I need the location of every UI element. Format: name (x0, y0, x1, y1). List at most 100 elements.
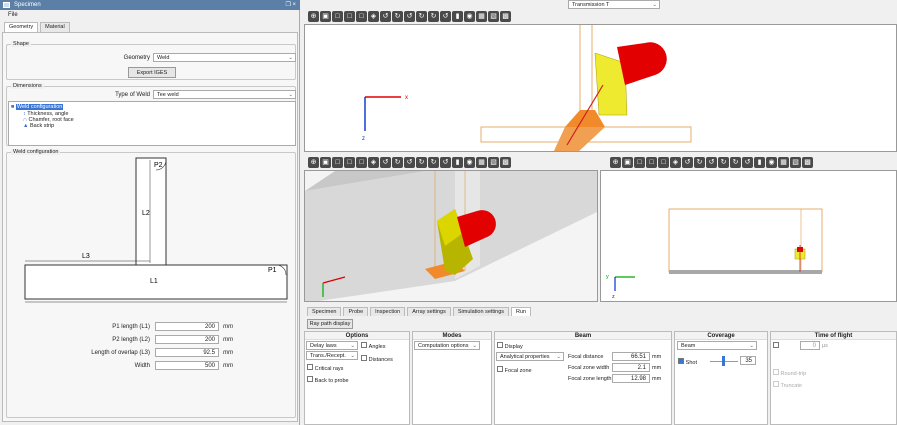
layout-icon[interactable]: ▦ (778, 157, 789, 168)
tof-input[interactable]: 0 (800, 341, 820, 350)
rotate-ccw-icon[interactable]: ↺ (440, 157, 451, 168)
checkbox-box[interactable] (361, 355, 367, 361)
coverage-mode-select[interactable]: Beam ⌄ (677, 341, 757, 350)
rotate-right-icon[interactable]: ↻ (694, 157, 705, 168)
tab-inspection[interactable]: Inspection (370, 307, 406, 316)
display-icon[interactable]: ▧ (488, 11, 499, 22)
rotate-down-icon[interactable]: ↻ (416, 157, 427, 168)
rotate-up-icon[interactable]: ↺ (706, 157, 717, 168)
checkbox-box[interactable] (773, 342, 779, 348)
ray-path-display-button[interactable]: Ray path display (307, 319, 353, 329)
window-controls[interactable]: ❐ × (285, 0, 296, 10)
tab-probe[interactable]: Probe (343, 307, 369, 316)
zoom-icon[interactable]: ▣ (320, 11, 331, 22)
critical-rays-checkbox[interactable]: Critical rays (307, 364, 343, 372)
view-iso-icon[interactable]: ◈ (670, 157, 681, 168)
fit-view-icon[interactable]: ⊕ (308, 157, 319, 168)
viewport-iso[interactable] (304, 170, 598, 302)
viewport-front[interactable]: x z (304, 24, 897, 152)
analytical-properties-select[interactable]: Analytical properties ⌄ (496, 352, 564, 361)
overlap-length-input[interactable]: 92.5 (155, 348, 219, 357)
view-side-icon[interactable]: □ (356, 11, 367, 22)
menu-file[interactable]: File (8, 12, 18, 18)
view-top-icon[interactable]: □ (646, 157, 657, 168)
fit-view-icon[interactable]: ⊕ (308, 11, 319, 22)
checkbox-box[interactable] (307, 364, 313, 370)
rotate-cw-icon[interactable]: ↻ (730, 157, 741, 168)
display-icon[interactable]: ▧ (488, 157, 499, 168)
back-to-probe-checkbox[interactable]: Back to probe (307, 376, 349, 384)
view-side-icon[interactable]: □ (658, 157, 669, 168)
view-top-icon[interactable]: □ (344, 157, 355, 168)
checkbox-box[interactable] (307, 376, 313, 382)
tab-specimen[interactable]: Specimen (307, 307, 342, 316)
checkbox-box[interactable] (497, 342, 503, 348)
rotate-cw-icon[interactable]: ↻ (428, 11, 439, 22)
checkbox-box[interactable] (678, 358, 684, 364)
p1-length-input[interactable]: 200 (155, 322, 219, 331)
round-trip-checkbox[interactable]: Round-trip (773, 369, 806, 377)
rotate-up-icon[interactable]: ↺ (404, 157, 415, 168)
grid-icon[interactable]: ▩ (500, 11, 511, 22)
rotate-right-icon[interactable]: ↻ (392, 157, 403, 168)
rotate-left-icon[interactable]: ↺ (380, 157, 391, 168)
focal-zone-checkbox[interactable]: Focal zone (497, 366, 532, 374)
checkbox-box[interactable] (773, 381, 779, 387)
tab-simulation-settings[interactable]: Simulation settings (452, 307, 510, 316)
grid-icon[interactable]: ▩ (802, 157, 813, 168)
display-checkbox[interactable]: Display (497, 342, 523, 350)
shot-checkbox[interactable]: Shot (678, 358, 697, 366)
p2-length-input[interactable]: 200 (155, 335, 219, 344)
tree-item-back-strip[interactable]: ▲ Back strip (23, 123, 54, 129)
view-front-icon[interactable]: □ (332, 157, 343, 168)
truncate-checkbox[interactable]: Truncate (773, 381, 802, 389)
weld-type-select[interactable]: Tee weld ⌄ (153, 90, 296, 99)
tab-geometry[interactable]: Geometry (4, 22, 39, 32)
export-iges-button[interactable]: Export IGES (128, 67, 176, 78)
checkbox-box[interactable] (773, 369, 779, 375)
camera-icon[interactable]: ◉ (766, 157, 777, 168)
section-icon[interactable]: ▮ (754, 157, 765, 168)
transmission-select[interactable]: Transmission T ⌄ (568, 0, 660, 9)
zoom-icon[interactable]: ▣ (320, 157, 331, 168)
rotate-ccw-icon[interactable]: ↺ (440, 11, 451, 22)
computation-options-select[interactable]: Computation options ⌄ (414, 341, 480, 350)
view-side-icon[interactable]: □ (356, 157, 367, 168)
viewport-side[interactable]: y z (600, 170, 897, 302)
view-front-icon[interactable]: □ (332, 11, 343, 22)
layout-icon[interactable]: ▦ (476, 157, 487, 168)
view-iso-icon[interactable]: ◈ (368, 11, 379, 22)
grid-icon[interactable]: ▩ (500, 157, 511, 168)
distances-checkbox[interactable]: Distances (361, 355, 393, 363)
tof-checkbox[interactable] (773, 342, 779, 350)
rotate-down-icon[interactable]: ↻ (416, 11, 427, 22)
rotate-left-icon[interactable]: ↺ (380, 11, 391, 22)
tab-material[interactable]: Material (40, 22, 70, 32)
tab-run[interactable]: Run (511, 307, 532, 316)
shot-slider-handle[interactable] (722, 356, 725, 366)
checkbox-box[interactable] (361, 342, 367, 348)
camera-icon[interactable]: ◉ (464, 157, 475, 168)
shot-value[interactable]: 35 (740, 356, 756, 365)
section-icon[interactable]: ▮ (452, 11, 463, 22)
layout-icon[interactable]: ▦ (476, 11, 487, 22)
rotate-right-icon[interactable]: ↻ (392, 11, 403, 22)
width-input[interactable]: 500 (155, 361, 219, 370)
rotate-cw-icon[interactable]: ↻ (428, 157, 439, 168)
panel-titlebar[interactable]: Specimen ❐ × (0, 0, 300, 10)
section-icon[interactable]: ▮ (452, 157, 463, 168)
fit-view-icon[interactable]: ⊕ (610, 157, 621, 168)
tab-array-settings[interactable]: Array settings (407, 307, 451, 316)
display-icon[interactable]: ▧ (790, 157, 801, 168)
zoom-icon[interactable]: ▣ (622, 157, 633, 168)
delay-laws-select[interactable]: Delay laws ⌄ (306, 341, 358, 350)
view-front-icon[interactable]: □ (634, 157, 645, 168)
trans-recept-select[interactable]: Trans./Recept. ⌄ (306, 351, 358, 360)
view-iso-icon[interactable]: ◈ (368, 157, 379, 168)
camera-icon[interactable]: ◉ (464, 11, 475, 22)
rotate-left-icon[interactable]: ↺ (682, 157, 693, 168)
rotate-down-icon[interactable]: ↻ (718, 157, 729, 168)
tree-item-weld-configuration[interactable]: ■ Weld configuration (11, 104, 64, 110)
rotate-up-icon[interactable]: ↺ (404, 11, 415, 22)
rotate-ccw-icon[interactable]: ↺ (742, 157, 753, 168)
